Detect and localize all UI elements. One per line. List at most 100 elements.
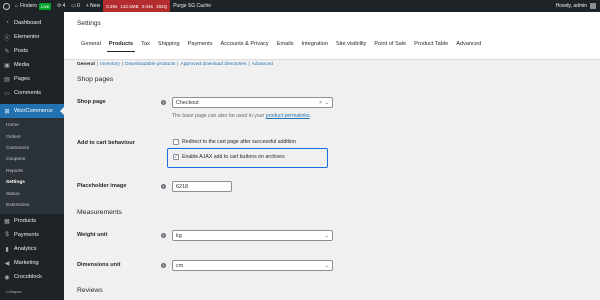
elementor-icon: ⓔ (4, 35, 11, 42)
sidebar-item-crocoblock[interactable]: ◉ Crocoblock (0, 270, 64, 284)
weight-unit-label: Weight unit (77, 232, 108, 238)
sidebar-item-posts[interactable]: ✎ Posts (0, 44, 64, 58)
sidebar-item-elementor[interactable]: ⓔ Elementor (0, 30, 64, 44)
add-to-cart-label: Add to cart behaviour (77, 140, 135, 146)
submenu-item-reports[interactable]: Reports (0, 166, 64, 177)
weight-unit-select[interactable]: kg ⌄ (172, 230, 333, 241)
submenu-item-status[interactable]: Status (0, 188, 64, 199)
product-permalinks-link[interactable]: product permalinks (266, 113, 310, 119)
admin-bar-comments[interactable]: ▭ 0 (68, 0, 83, 12)
sidebar-item-dashboard[interactable]: ◔ Dashboard (0, 16, 64, 30)
products-subnav: General | Inventory | Downloadable produ… (77, 62, 273, 67)
purge-cache-button[interactable]: Purge SG Cache (170, 0, 214, 12)
subnav-downloadable-products[interactable]: Downloadable products (125, 62, 175, 67)
comment-icon: ▭ (71, 3, 76, 9)
shop-page-select[interactable]: Checkout × ⌄ (172, 97, 333, 108)
submenu-item-extensions[interactable]: Extensions (0, 200, 64, 211)
sidebar-item-media[interactable]: ▣ Media (0, 58, 64, 72)
crocoblock-icon: ◉ (4, 274, 10, 281)
pin-icon: ✎ (4, 48, 10, 55)
tab-emails[interactable]: Emails (273, 38, 298, 60)
tab-point-of-sale[interactable]: Point of Sale (370, 38, 410, 60)
sidebar-item-comments[interactable]: ▭ Comments (0, 86, 64, 100)
sidebar-item-payments[interactable]: $ Payments (0, 228, 64, 242)
live-badge: Live (38, 2, 52, 10)
tab-products[interactable]: Products (105, 38, 137, 60)
subnav-separator: | (177, 62, 179, 67)
highlight-box (167, 148, 328, 168)
sidebar-item-pages[interactable]: ▤ Pages (0, 72, 64, 86)
home-icon: ⌂ (15, 3, 19, 9)
analytics-icon: ▮ (5, 246, 9, 253)
submenu-item-coupons[interactable]: Coupons (0, 154, 64, 165)
tab-general[interactable]: General (77, 38, 105, 60)
wordpress-logo-icon[interactable] (3, 2, 10, 10)
my-account[interactable]: Howdy, admin (556, 3, 600, 9)
admin-bar-site-name[interactable]: ⌂ Findero Live (12, 0, 54, 12)
placeholder-image-label: Placeholder image (77, 183, 127, 189)
settings-header: Settings General Products Tax Shipping P… (64, 12, 600, 60)
placeholder-image-input[interactable]: 6218 (172, 181, 232, 192)
updates-icon: ⟳ (57, 3, 62, 9)
comment-icon: ▭ (4, 90, 10, 97)
marketing-icon: ◀ (4, 260, 10, 267)
submenu-item-settings[interactable]: Settings (0, 177, 64, 188)
sidebar-item-analytics[interactable]: ▮ Analytics (0, 242, 64, 256)
subnav-inventory[interactable]: Inventory (100, 62, 120, 67)
help-icon[interactable]: ? (161, 184, 166, 189)
tab-product-table[interactable]: Product Table (410, 38, 452, 60)
payments-icon: $ (5, 232, 9, 239)
section-title-measurements: Measurements (77, 209, 122, 216)
settings-tabs: General Products Tax Shipping Payments A… (77, 38, 485, 60)
chevron-down-icon: ⌄ (324, 263, 329, 269)
dimensions-unit-label: Dimensions unit (77, 262, 121, 268)
subnav-general[interactable]: General (77, 62, 95, 67)
submenu-item-home[interactable]: Home (0, 120, 64, 131)
subnav-separator: | (121, 62, 124, 67)
submenu-item-customers[interactable]: Customers (0, 143, 64, 154)
help-icon[interactable]: ? (161, 233, 166, 238)
redirect-to-cart-option[interactable]: Redirect to the cart page after successf… (173, 139, 296, 145)
submenu-item-orders[interactable]: Orders (0, 131, 64, 142)
admin-bar: ⌂ Findero Live ⟳ 4 ▭ 0 + New 0.39s 142.5… (0, 0, 600, 12)
clear-icon[interactable]: × (319, 100, 322, 106)
page-icon: ▤ (4, 76, 10, 83)
media-icon: ▣ (4, 62, 10, 69)
admin-sidebar: ◔ Dashboard ⓔ Elementor ✎ Posts ▣ Media … (0, 12, 64, 300)
section-title-shop-pages: Shop pages (77, 76, 114, 83)
subnav-separator: | (248, 62, 250, 67)
woocommerce-icon: ⊞ (4, 108, 10, 115)
section-title-reviews: Reviews (77, 287, 103, 294)
redirect-to-cart-checkbox[interactable] (173, 139, 179, 145)
admin-bar-updates[interactable]: ⟳ 4 (54, 0, 68, 12)
chevron-down-icon: ⌄ (324, 100, 329, 106)
shop-page-description: The base page can also be used in your p… (172, 113, 312, 119)
admin-bar-new[interactable]: + New (83, 0, 103, 12)
dimensions-unit-select[interactable]: cm ⌄ (172, 260, 333, 271)
tab-tax[interactable]: Tax (137, 38, 154, 60)
tab-site-visibility[interactable]: Site visibility (332, 38, 370, 60)
avatar (590, 3, 596, 9)
active-menu-arrow (60, 107, 64, 115)
tab-integration[interactable]: Integration (298, 38, 332, 60)
products-icon: ▦ (4, 218, 10, 225)
help-icon[interactable]: ? (161, 100, 166, 105)
subnav-approved-download-directories[interactable]: Approved download directories (181, 62, 247, 67)
chevron-down-icon: ⌄ (324, 233, 329, 239)
sidebar-item-marketing[interactable]: ◀ Marketing (0, 256, 64, 270)
sidebar-item-woocommerce[interactable]: ⊞ WooCommerce (0, 104, 64, 118)
tab-advanced[interactable]: Advanced (452, 38, 485, 60)
subnav-separator: | (96, 62, 99, 67)
sidebar-item-products[interactable]: ▦ Products (0, 214, 64, 228)
query-monitor-stats[interactable]: 0.39s 142.5MB 0.04s 192Q (103, 0, 171, 12)
subnav-advanced[interactable]: Advanced (252, 62, 273, 67)
tab-accounts-privacy[interactable]: Accounts & Privacy (217, 38, 273, 60)
tab-shipping[interactable]: Shipping (154, 38, 184, 60)
page-title: Settings (77, 20, 101, 27)
collapse-menu-button[interactable]: Collapse (6, 289, 22, 294)
shop-page-label: Shop page (77, 99, 106, 105)
woocommerce-submenu: Home Orders Customers Coupons Reports Se… (0, 118, 64, 215)
tab-payments[interactable]: Payments (184, 38, 217, 60)
dashboard-icon: ◔ (5, 20, 9, 26)
help-icon[interactable]: ? (161, 263, 166, 268)
